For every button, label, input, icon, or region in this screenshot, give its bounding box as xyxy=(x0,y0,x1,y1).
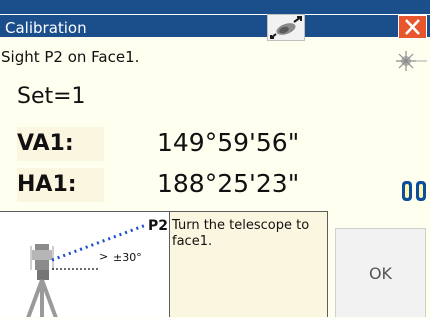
window-title: Calibration xyxy=(5,19,87,37)
ok-button[interactable]: OK xyxy=(335,228,426,317)
point-label: P2 xyxy=(148,218,168,234)
battery-icon xyxy=(402,181,426,201)
ha-value: 188°25'23" xyxy=(157,169,300,198)
va-label: VA1: xyxy=(17,127,104,161)
title-bar: Calibration xyxy=(0,0,430,41)
angle-marker: > xyxy=(99,250,108,263)
va-value: 149°59'56" xyxy=(157,128,300,157)
help-text: Turn the telescope to face1. xyxy=(172,218,310,249)
close-icon xyxy=(405,19,420,35)
angle-label: ±30° xyxy=(113,251,142,264)
set-label: Set=1 xyxy=(17,84,86,109)
title-strip xyxy=(0,14,430,15)
ha-label: HA1: xyxy=(17,168,104,202)
laser-button[interactable] xyxy=(267,14,305,41)
instrument-diagram-svg: ±30° > P2 xyxy=(0,212,169,317)
laser-status-indicator xyxy=(392,50,428,74)
laser-status-icon xyxy=(396,51,427,71)
close-button[interactable] xyxy=(398,15,427,39)
instruction-text: Sight P2 on Face1. xyxy=(1,48,140,66)
help-panel: Turn the telescope to face1. xyxy=(170,211,328,317)
instrument-diagram: ±30° > P2 xyxy=(0,211,170,317)
battery-indicator xyxy=(400,178,429,204)
laser-pointer-icon xyxy=(270,16,302,39)
